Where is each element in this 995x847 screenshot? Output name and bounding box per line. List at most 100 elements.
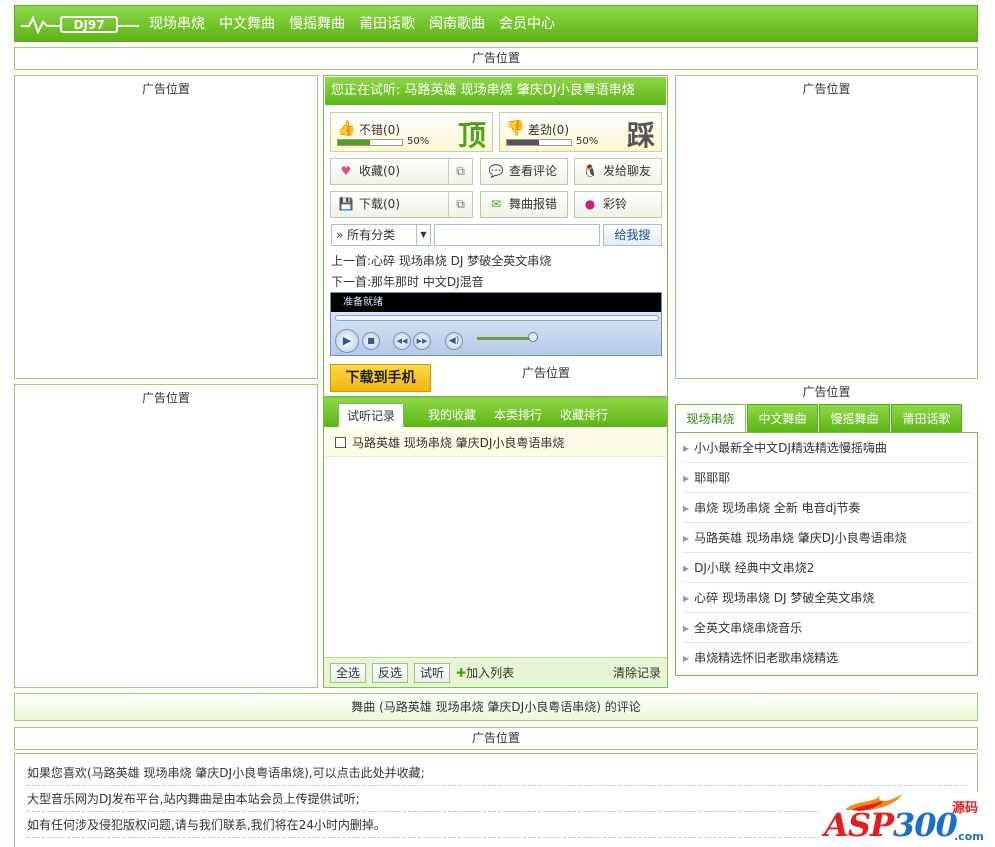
vote-down-glyph[interactable]: 踩 xyxy=(627,114,655,154)
list-item[interactable]: ▶ 耶耶耶 xyxy=(683,463,971,493)
thumbs-down-icon: 👎 xyxy=(506,119,525,137)
ad-slot-center: 广告位置 xyxy=(522,366,571,380)
arrow-right-icon: ▶ xyxy=(683,474,690,483)
list-item-title[interactable]: 马路英雄 现场串烧 肇庆DJ小良粤语串烧 xyxy=(694,531,906,545)
thumbs-up-icon: 👍 xyxy=(337,119,356,137)
list-item[interactable]: ▶ 小小最新全中文DJ精选精选慢摇嗨曲 xyxy=(683,433,971,463)
watermark-number: 300 xyxy=(893,806,958,844)
list-item-title[interactable]: DJ小联 经典中文串烧2 xyxy=(694,561,814,575)
vote-down-label: 差劲(0) xyxy=(528,123,569,137)
chevron-down-icon[interactable]: ▼ xyxy=(416,225,430,245)
list-item[interactable]: ▶ 马路英雄 现场串烧 肇庆DJ小良粤语串烧 xyxy=(683,523,971,553)
nav-live-mix[interactable]: 现场串烧 xyxy=(149,6,205,43)
vote-up-percent: 50% xyxy=(407,136,430,147)
copy-icon[interactable]: ⧉ xyxy=(448,159,472,184)
vote-up-box[interactable]: 👍 不错(0) 50% 顶 xyxy=(330,112,493,152)
dj97-logo[interactable]: DJ97 xyxy=(21,12,141,36)
ad-slot-top: 广告位置 xyxy=(14,47,978,70)
vote-down-bar-fill xyxy=(507,140,539,145)
ad-slot-right-label: 广告位置 xyxy=(802,385,851,399)
copy-icon[interactable]: ⧉ xyxy=(448,192,472,217)
view-comments-button[interactable]: 💬 查看评论 xyxy=(480,158,568,185)
list-item-title[interactable]: 小小最新全中文DJ精选精选慢摇嗨曲 xyxy=(694,441,887,455)
playlist-row[interactable]: 马路英雄 现场串烧 肇庆DJ小良粤语串烧 xyxy=(325,429,666,457)
list-item[interactable]: ▶ 串烧精选怀旧老歌串烧精选 xyxy=(683,643,971,673)
now-playing-title: 您正在试听: 马路英雄 现场串烧 肇庆DJ小良粤语串烧 xyxy=(325,77,666,105)
ad-slot-left-top: 广告位置 xyxy=(14,75,318,379)
list-item-title[interactable]: 串烧精选怀旧老歌串烧精选 xyxy=(694,651,838,665)
tab-my-favorites[interactable]: 我的收藏 xyxy=(428,403,476,427)
invert-selection-button[interactable]: 反选 xyxy=(372,663,409,683)
stop-icon[interactable]: ■ xyxy=(362,332,380,350)
listen-button[interactable]: 试听 xyxy=(414,663,451,683)
playlist-row-title[interactable]: 马路英雄 现场串烧 肇庆DJ小良粤语串烧 xyxy=(352,436,564,450)
arrow-right-icon: ▶ xyxy=(683,624,690,633)
list-item[interactable]: ▶ 心碎 现场串烧 DJ 梦破全英文串烧 xyxy=(683,583,971,613)
favorite-button[interactable]: ♥ 收藏(0) ⧉ xyxy=(330,158,473,185)
volume-knob[interactable] xyxy=(528,332,538,342)
seek-bar[interactable] xyxy=(335,315,659,321)
favorite-label: 收藏(0) xyxy=(359,164,400,178)
play-icon[interactable]: ▶ xyxy=(335,329,359,353)
list-item-title[interactable]: 全英文串烧串烧音乐 xyxy=(694,621,802,635)
add-to-list-button[interactable]: ✚加入列表 xyxy=(456,664,514,681)
tab-live-mix[interactable]: 现场串烧 xyxy=(675,404,746,434)
asp300-watermark: ASP300 源码 .com xyxy=(820,792,990,847)
previous-icon[interactable]: ◀◀ xyxy=(393,332,411,350)
note-favorite[interactable]: 如果您喜欢(马路英雄 现场串烧 肇庆DJ小良粤语串烧),可以点击此处并收藏; xyxy=(27,760,967,786)
download-button[interactable]: 💾 下载(0) ⧉ xyxy=(330,191,473,218)
site-header: DJ97 现场串烧 中文舞曲 慢摇舞曲 莆田话歌 闽南歌曲 会员中心 xyxy=(14,5,978,42)
clear-history-button[interactable]: 清除记录 xyxy=(613,664,661,681)
vote-down-box[interactable]: 👎 差劲(0) 50% 踩 xyxy=(499,112,662,152)
next-icon[interactable]: ▶▶ xyxy=(413,332,431,350)
arrow-right-icon: ▶ xyxy=(683,564,690,573)
media-player: 准备就绪 ▶ ■ ◀◀ ▶▶ ◀) xyxy=(330,292,662,356)
ad-label: 广告位置 xyxy=(141,391,190,405)
next-track-prefix: 下一首: xyxy=(331,275,372,289)
category-select[interactable]: » 所有分类 ▼ xyxy=(331,224,431,246)
tab-slow-rock[interactable]: 慢摇舞曲 xyxy=(819,404,890,433)
tab-listen-history[interactable]: 试听记录 xyxy=(338,403,405,427)
ringtone-button[interactable]: ● 彩铃 xyxy=(574,191,662,218)
list-item[interactable]: ▶ 串烧 现场串烧 全新 电音dj节奏 xyxy=(683,493,971,523)
playlist-footer: 全选 反选 试听 ✚加入列表 清除记录 xyxy=(324,657,667,687)
ad-slot-bottom: 广告位置 xyxy=(14,727,978,750)
next-track-link[interactable]: 那年那时 中文DJ混音 xyxy=(371,275,484,289)
download-label: 下载(0) xyxy=(359,197,400,211)
report-error-button[interactable]: ✉ 舞曲报错 xyxy=(480,191,568,218)
volume-icon[interactable]: ◀) xyxy=(445,332,463,350)
select-all-button[interactable]: 全选 xyxy=(330,663,367,683)
list-item-title[interactable]: 串烧 现场串烧 全新 电音dj节奏 xyxy=(694,501,860,515)
tab-chinese-dance[interactable]: 中文舞曲 xyxy=(747,404,818,433)
search-button[interactable]: 给我搜 xyxy=(603,224,662,246)
nav-putian-songs[interactable]: 莆田话歌 xyxy=(359,6,415,43)
nav-chinese-dance[interactable]: 中文舞曲 xyxy=(219,6,275,43)
list-item-title[interactable]: 耶耶耶 xyxy=(694,471,730,485)
search-input[interactable] xyxy=(434,224,600,246)
ad-label: 广告位置 xyxy=(141,82,190,96)
list-item-title[interactable]: 心碎 现场串烧 DJ 梦破全英文串烧 xyxy=(694,591,874,605)
tab-favorite-ranking[interactable]: 收藏排行 xyxy=(560,403,608,427)
list-item[interactable]: ▶ DJ小联 经典中文串烧2 xyxy=(683,553,971,583)
nav-minnan-songs[interactable]: 闽南歌曲 xyxy=(429,6,485,43)
download-to-phone-button[interactable]: 下载到手机 xyxy=(330,364,431,392)
send-friend-button[interactable]: 🐧 发给聊友 xyxy=(574,158,662,185)
previous-track-link[interactable]: 心碎 现场串烧 DJ 梦破全英文串烧 xyxy=(371,254,551,268)
nav-slow-rock[interactable]: 慢摇舞曲 xyxy=(289,6,345,43)
tab-putian-songs[interactable]: 莆田话歌 xyxy=(891,404,962,433)
vote-down-bar xyxy=(506,139,572,146)
ad-label: 广告位置 xyxy=(471,731,520,745)
playlist-row-checkbox[interactable] xyxy=(335,437,346,448)
vote-up-glyph[interactable]: 顶 xyxy=(458,114,486,154)
volume-track[interactable] xyxy=(477,337,535,340)
playlist-tabs: 试听记录 我的收藏 本类排行 收藏排行 xyxy=(324,398,667,427)
tab-category-ranking[interactable]: 本类排行 xyxy=(494,403,542,427)
add-to-list-label: 加入列表 xyxy=(466,666,515,680)
main-nav: 现场串烧 中文舞曲 慢摇舞曲 莆田话歌 闽南歌曲 会员中心 xyxy=(149,6,569,43)
ringtone-label: 彩铃 xyxy=(603,197,628,211)
vote-down-percent: 50% xyxy=(576,136,599,147)
nav-member-center[interactable]: 会员中心 xyxy=(499,6,555,43)
comments-title-bar: 舞曲 (马路英雄 现场串烧 肇庆DJ小良粤语串烧) 的评论 xyxy=(14,693,978,721)
list-item[interactable]: ▶ 全英文串烧串烧音乐 xyxy=(683,613,971,643)
qq-penguin-icon: 🐧 xyxy=(582,164,598,178)
